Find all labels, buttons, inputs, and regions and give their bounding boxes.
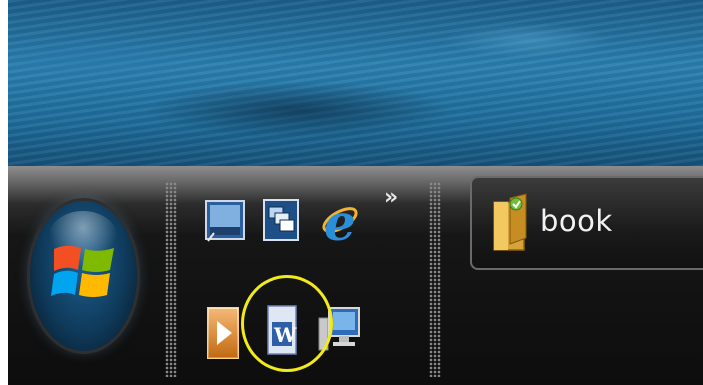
highlight-circle-annotation [241,275,333,372]
windows-logo-icon [51,245,114,297]
folder-icon [493,193,527,251]
quick-launch-overflow-button[interactable]: » [384,185,398,210]
svg-text:e: e [324,193,356,248]
toolbar-grip-left[interactable] [165,182,177,377]
screenshot-frame: e » W book [8,0,703,385]
switch-windows-icon[interactable] [262,197,302,245]
taskbar-button-label: book [540,204,613,238]
taskbar-button-book[interactable]: book [470,176,703,270]
start-button[interactable] [30,201,137,351]
media-player-icon[interactable] [206,306,242,360]
show-desktop-icon[interactable] [204,197,248,245]
desktop-wallpaper [8,0,703,166]
toolbar-grip-right[interactable] [429,182,441,377]
internet-explorer-icon[interactable]: e [318,192,360,248]
